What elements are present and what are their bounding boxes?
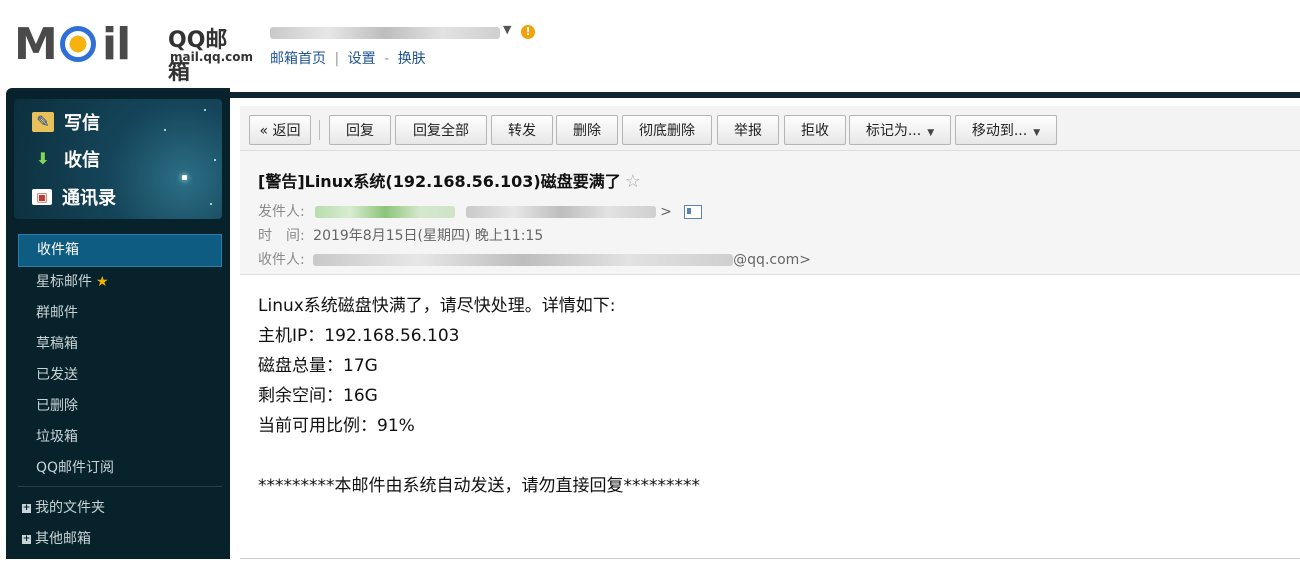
to-label: 收件人: xyxy=(258,252,305,268)
body-line: Linux系统磁盘快满了，请尽快处理。详情如下: xyxy=(258,296,616,316)
time-label: 时 间: xyxy=(258,228,305,244)
decor-star xyxy=(210,203,212,205)
mark-as-dropdown[interactable]: 标记为... ▼ xyxy=(849,115,951,145)
chevron-down-icon[interactable]: ▼ xyxy=(503,23,511,36)
reject-button[interactable]: 拒收 xyxy=(784,115,846,145)
subject-text: [警告]Linux系统(192.168.56.103)磁盘要满了 xyxy=(258,172,621,191)
download-icon: ⬇ xyxy=(36,149,50,168)
chevron-down-icon: ▼ xyxy=(927,128,935,138)
report-button[interactable]: 举报 xyxy=(717,115,779,145)
divider xyxy=(18,486,222,487)
pencil-icon: ✎ xyxy=(32,112,54,132)
back-button[interactable]: « 返回 xyxy=(249,115,311,145)
other-mailboxes-toggle[interactable]: + 其他邮箱 xyxy=(18,524,222,555)
decor-star xyxy=(204,109,206,111)
change-skin-link[interactable]: 换肤 xyxy=(398,51,426,67)
folder-spam[interactable]: 垃圾箱 xyxy=(18,422,222,453)
mark-as-label: 标记为... xyxy=(865,123,922,139)
folder-starred[interactable]: 星标邮件 ★ xyxy=(18,267,222,298)
recipient-blurred xyxy=(313,254,734,266)
mailbox-home-link[interactable]: 邮箱首页 xyxy=(270,51,326,67)
sender-name-blurred xyxy=(315,206,456,218)
folder-label: 星标邮件 xyxy=(36,274,92,290)
divider: | xyxy=(334,51,340,67)
body-line: 主机IP：192.168.56.103 xyxy=(258,326,460,346)
warning-icon[interactable]: ! xyxy=(521,25,535,39)
folder-inbox[interactable]: 收件箱 xyxy=(18,234,222,267)
divider xyxy=(240,558,1300,559)
logo-letters-il: il xyxy=(102,19,131,70)
mail-toolbar: « 返回 回复 回复全部 转发 删除 彻底删除 举报 拒收 标记为... ▼ 移动… xyxy=(240,106,1300,151)
move-to-label: 移动到... xyxy=(971,123,1028,139)
logo-domain: mail.qq.com xyxy=(170,50,253,64)
compose-button[interactable]: ✎ 写信 xyxy=(32,109,100,137)
sender-row: 发件人: > xyxy=(258,201,703,221)
other-mailboxes-label: 其他邮箱 xyxy=(35,531,91,547)
decor-star xyxy=(214,159,216,161)
contacts-button[interactable]: ▣ 通讯录 xyxy=(32,184,116,212)
expand-icon: + xyxy=(22,502,31,513)
forward-button[interactable]: 转发 xyxy=(491,115,553,145)
contact-card-icon[interactable] xyxy=(684,205,703,219)
body-line: *********本邮件由系统自动发送，请勿直接回复********* xyxy=(258,476,700,496)
star-icon: ★ xyxy=(96,274,109,290)
my-folders-label: 我的文件夹 xyxy=(35,500,105,516)
body-line: 磁盘总量：17G xyxy=(258,356,378,376)
divider: - xyxy=(384,51,390,67)
address-book-icon: ▣ xyxy=(32,189,52,205)
recipient-domain: @qq.com> xyxy=(733,252,812,268)
mail-subject: [警告]Linux系统(192.168.56.103)磁盘要满了 ☆ xyxy=(258,168,641,192)
sender-close-bracket: > xyxy=(660,204,672,220)
star-outline-icon[interactable]: ☆ xyxy=(625,171,641,192)
folder-drafts[interactable]: 草稿箱 xyxy=(18,329,222,360)
body-line: 剩余空间：16G xyxy=(258,386,378,406)
folder-subscriptions[interactable]: QQ邮件订阅 xyxy=(18,453,222,484)
delete-button[interactable]: 删除 xyxy=(556,115,618,145)
receive-mail-button[interactable]: ⬇ 收信 xyxy=(32,146,100,174)
folder-sent[interactable]: 已发送 xyxy=(18,360,222,391)
delete-forever-button[interactable]: 彻底删除 xyxy=(622,115,712,145)
logo-letter-m: M xyxy=(14,19,58,70)
recipient-row: 收件人: @qq.com> xyxy=(258,249,811,269)
folder-list: 收件箱 星标邮件 ★ 群邮件 草稿箱 已发送 已删除 垃圾箱 QQ邮件订阅 + 我的… xyxy=(18,234,222,555)
logo-o-icon xyxy=(60,26,96,62)
expand-icon: + xyxy=(22,533,31,544)
top-links: 邮箱首页 | 设置 - 换肤 xyxy=(270,48,426,68)
body-line: 当前可用比例：91% xyxy=(258,416,415,436)
divider xyxy=(319,120,320,140)
compose-panel: ✎ 写信 ⬇ 收信 ▣ 通讯录 xyxy=(14,99,222,219)
account-name-blurred xyxy=(270,27,500,39)
account-switcher[interactable]: ▼ ! xyxy=(270,22,535,42)
time-value: 2019年8月15日(星期四) 晚上11:15 xyxy=(313,228,544,244)
qq-mail-logo[interactable]: M il QQ邮箱 mail.qq.com xyxy=(14,19,253,86)
my-folders-toggle[interactable]: + 我的文件夹 xyxy=(18,493,222,524)
sender-address-blurred xyxy=(465,206,656,218)
from-label: 发件人: xyxy=(258,204,305,220)
decor-star xyxy=(182,175,187,180)
sidebar: ✎ 写信 ⬇ 收信 ▣ 通讯录 收件箱 星标邮件 ★ 群邮件 草稿箱 已发送 已删除 垃… xyxy=(6,88,230,559)
mail-header: [警告]Linux系统(192.168.56.103)磁盘要满了 ☆ 发件人: >… xyxy=(240,151,1300,275)
body-line xyxy=(258,441,700,471)
mail-view: « 返回 回复 回复全部 转发 删除 彻底删除 举报 拒收 标记为... ▼ 移动… xyxy=(230,92,1300,562)
folder-deleted[interactable]: 已删除 xyxy=(18,391,222,422)
settings-link[interactable]: 设置 xyxy=(348,51,376,67)
time-row: 时 间: 2019年8月15日(星期四) 晚上11:15 xyxy=(258,225,543,245)
chevron-down-icon: ▼ xyxy=(1033,128,1041,138)
reply-all-button[interactable]: 回复全部 xyxy=(395,115,487,145)
top-bar: M il QQ邮箱 mail.qq.com ▼ ! 邮箱首页 | 设置 - 换肤 xyxy=(0,0,1300,92)
move-to-dropdown[interactable]: 移动到... ▼ xyxy=(955,115,1057,145)
reply-button[interactable]: 回复 xyxy=(329,115,391,145)
mail-body: Linux系统磁盘快满了，请尽快处理。详情如下: 主机IP：192.168.56… xyxy=(258,291,700,501)
folder-group-mail[interactable]: 群邮件 xyxy=(18,298,222,329)
decor-star xyxy=(164,129,166,131)
